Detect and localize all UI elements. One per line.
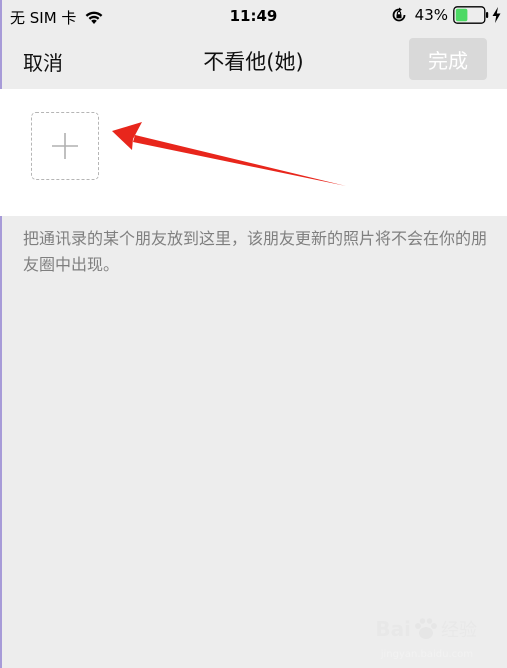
rotation-lock-icon (392, 7, 406, 22)
watermark-brand: Bai (375, 617, 411, 641)
charging-bolt-icon (492, 7, 501, 23)
plus-icon (52, 133, 78, 159)
done-button[interactable]: 完成 (409, 38, 487, 80)
navigation-bar: 取消 不看他(她) 完成 (0, 32, 507, 88)
watermark: Bai 经验 (375, 616, 477, 642)
hint-text: 把通讯录的某个朋友放到这里，该朋友更新的照片将不会在你的朋友圈中出现。 (23, 229, 488, 274)
paw-icon (415, 618, 437, 639)
selected-members-panel (0, 89, 507, 216)
battery-percent: 43% (414, 6, 448, 24)
watermark-url: jingyan.baidu.com (380, 649, 473, 660)
status-bar: 无 SIM 卡 11:49 43% (0, 0, 507, 32)
battery-icon (453, 6, 489, 24)
battery-fill (455, 8, 468, 22)
status-right: 43% (391, 6, 501, 24)
watermark-suffix: 经验 (441, 620, 477, 641)
add-member-button[interactable] (31, 112, 99, 180)
